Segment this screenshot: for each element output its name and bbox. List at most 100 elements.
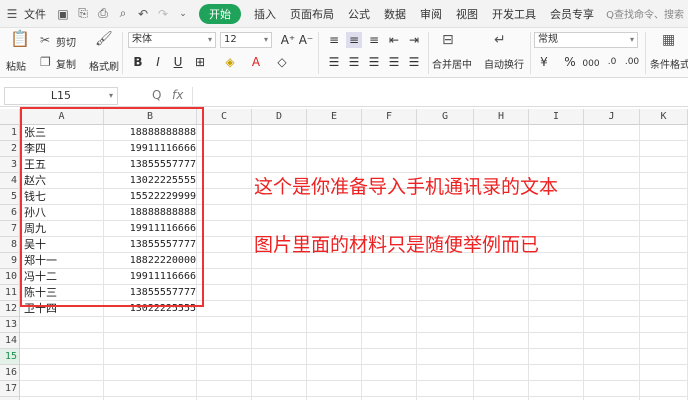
column-gridline	[583, 125, 584, 400]
print-preview-icon[interactable]: ⌕	[115, 6, 131, 22]
font-color-icon[interactable]: A	[248, 54, 264, 70]
fx-icon[interactable]: fx	[172, 88, 183, 102]
bold-button[interactable]: B	[130, 54, 146, 70]
save-icon[interactable]: ▣	[55, 6, 71, 22]
merge-center-button[interactable]: 合并居中	[432, 56, 472, 71]
divider	[645, 32, 646, 74]
tab-member[interactable]: 会员专享	[543, 6, 601, 22]
tab-start[interactable]: 开始	[199, 3, 241, 24]
row-header-3[interactable]: 3	[0, 157, 20, 173]
name-box[interactable]: L15 ▾	[4, 87, 118, 105]
thousands-button[interactable]: 000	[580, 56, 602, 72]
column-header-e[interactable]: E	[307, 109, 362, 125]
fill-color-icon[interactable]: ◈	[222, 54, 238, 70]
tab-review[interactable]: 审阅	[413, 6, 449, 22]
border-icon[interactable]: ⊞	[192, 54, 208, 70]
row-header-1[interactable]: 1	[0, 125, 20, 141]
font-name-value: 宋体	[132, 34, 152, 45]
row-header-7[interactable]: 7	[0, 221, 20, 237]
cut-button[interactable]: 剪切	[56, 34, 76, 49]
row-header-5[interactable]: 5	[0, 189, 20, 205]
tab-page-layout[interactable]: 页面布局	[283, 6, 341, 22]
print-icon[interactable]: ⎙	[95, 6, 111, 22]
italic-button[interactable]: I	[150, 54, 166, 70]
tab-data[interactable]: 数据	[377, 6, 413, 22]
copy-button[interactable]: 复制	[56, 56, 76, 71]
row-header-14[interactable]: 14	[0, 333, 20, 349]
row-header-17[interactable]: 17	[0, 381, 20, 397]
tab-formulas[interactable]: 公式	[341, 6, 377, 22]
indent-increase-icon[interactable]: ⇥	[406, 32, 422, 48]
paste-icon[interactable]: 📋	[10, 31, 30, 47]
row-header-2[interactable]: 2	[0, 141, 20, 157]
highlight-box	[20, 107, 204, 307]
column-header-d[interactable]: D	[252, 109, 307, 125]
row-header-4[interactable]: 4	[0, 173, 20, 189]
clear-format-icon[interactable]: ◇	[274, 54, 290, 70]
column-header-f[interactable]: F	[362, 109, 417, 125]
decrease-font-icon[interactable]: A⁻	[298, 32, 314, 48]
row-header-16[interactable]: 16	[0, 365, 20, 381]
column-header-g[interactable]: G	[417, 109, 474, 125]
row-header-10[interactable]: 10	[0, 269, 20, 285]
search-command-input[interactable]: Q查找命令、搜索	[606, 6, 684, 21]
row-header-6[interactable]: 6	[0, 205, 20, 221]
align-top-icon[interactable]: ≡	[326, 32, 342, 48]
copy-icon[interactable]: ❐	[40, 54, 51, 70]
tab-view[interactable]: 视图	[449, 6, 485, 22]
column-header-i[interactable]: I	[529, 109, 584, 125]
align-left-icon[interactable]: ☰	[326, 54, 342, 70]
decrease-decimal-icon[interactable]: .00	[624, 54, 640, 70]
row-gridline	[20, 364, 688, 365]
row-header-12[interactable]: 12	[0, 301, 20, 317]
customize-toolbar-icon[interactable]: ⌄	[175, 6, 191, 22]
distributed-icon[interactable]: ☰	[406, 54, 422, 70]
align-bottom-icon[interactable]: ≡	[366, 32, 382, 48]
currency-button[interactable]: ¥	[536, 54, 552, 70]
paste-button-label[interactable]: 粘贴	[6, 58, 26, 73]
column-header-h[interactable]: H	[474, 109, 529, 125]
number-format-select[interactable]: 常规 ▾	[534, 32, 638, 48]
column-header-c[interactable]: C	[197, 109, 252, 125]
tab-insert[interactable]: 插入	[247, 6, 283, 22]
export-pdf-icon[interactable]: ⎘	[75, 6, 91, 22]
conditional-format-button[interactable]: 条件格式	[650, 56, 688, 71]
column-header-k[interactable]: K	[640, 109, 688, 125]
justify-icon[interactable]: ☰	[386, 54, 402, 70]
conditional-format-icon[interactable]: ▦	[662, 32, 675, 48]
indent-decrease-icon[interactable]: ⇤	[386, 32, 402, 48]
cut-icon[interactable]: ✂	[40, 32, 50, 48]
zoom-icon[interactable]: Q	[152, 88, 161, 102]
menu-icon[interactable]: ☰	[4, 6, 20, 22]
row-gridline	[20, 396, 688, 397]
font-name-select[interactable]: 宋体 ▾	[128, 32, 216, 48]
column-gridline	[639, 125, 640, 400]
align-center-icon[interactable]: ☰	[346, 54, 362, 70]
percent-button[interactable]: %	[562, 54, 578, 70]
increase-decimal-icon[interactable]: .0	[604, 54, 620, 70]
row-gridline	[20, 332, 688, 333]
merge-center-icon[interactable]: ⊟	[442, 32, 454, 48]
row-header-8[interactable]: 8	[0, 237, 20, 253]
corner-select-all[interactable]	[0, 109, 20, 125]
align-middle-icon[interactable]: ≡	[346, 32, 362, 48]
tab-developer[interactable]: 开发工具	[485, 6, 543, 22]
undo-icon[interactable]: ↶	[135, 6, 151, 22]
row-header-13[interactable]: 13	[0, 317, 20, 333]
formula-input[interactable]	[192, 87, 686, 105]
row-header-11[interactable]: 11	[0, 285, 20, 301]
row-header-15[interactable]: 15	[0, 349, 20, 365]
wrap-text-icon[interactable]: ↵	[494, 32, 506, 48]
align-right-icon[interactable]: ☰	[366, 54, 382, 70]
redo-icon[interactable]: ↷	[155, 6, 171, 22]
wrap-text-button[interactable]: 自动换行	[484, 56, 524, 71]
underline-button[interactable]: U	[170, 54, 186, 70]
format-painter-icon[interactable]: 🖌	[95, 31, 113, 47]
row-header-9[interactable]: 9	[0, 253, 20, 269]
file-menu[interactable]: 文件	[22, 6, 53, 22]
column-gridline	[306, 125, 307, 400]
font-size-select[interactable]: 12 ▾	[220, 32, 272, 48]
format-painter-button[interactable]: 格式刷	[89, 58, 119, 73]
increase-font-icon[interactable]: A⁺	[280, 32, 296, 48]
column-header-j[interactable]: J	[584, 109, 640, 125]
